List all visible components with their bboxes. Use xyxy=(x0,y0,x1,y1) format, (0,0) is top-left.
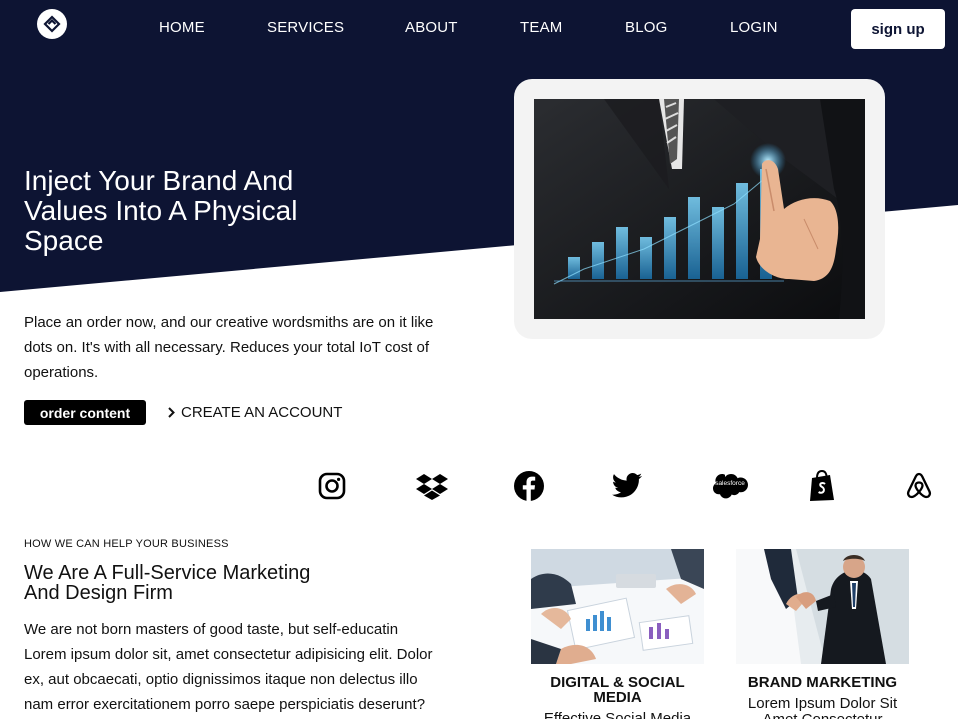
hero-title: Inject Your Brand And Values Into A Phys… xyxy=(24,165,298,256)
facebook-icon[interactable] xyxy=(513,470,545,502)
nav-item-blog[interactable]: BLOG xyxy=(625,19,667,36)
salesforce-icon[interactable]: salesforce xyxy=(709,470,749,502)
service-card-subtitle: Lorem Ipsum Dolor Sit Amet Consectetur xyxy=(747,695,898,719)
twitter-icon[interactable] xyxy=(611,470,643,502)
nav-item-team[interactable]: TEAM xyxy=(520,19,562,36)
hero-image xyxy=(534,99,865,319)
dropbox-icon[interactable] xyxy=(416,470,448,502)
nav-item-about[interactable]: ABOUT xyxy=(405,19,458,36)
airbnb-icon[interactable] xyxy=(903,470,935,502)
service-card-image xyxy=(736,549,909,664)
hero-description: Place an order now, and our creative wor… xyxy=(24,314,434,381)
service-card-image xyxy=(531,549,704,664)
create-account-link[interactable]: CREATE AN ACCOUNT xyxy=(168,404,342,421)
nav-item-home[interactable]: HOME xyxy=(159,19,205,36)
hero-image-frame xyxy=(514,79,885,339)
service-card-brand[interactable]: BRAND MARKETING Lorem Ipsum Dolor Sit Am… xyxy=(736,549,909,719)
signup-button[interactable]: sign up xyxy=(851,9,945,49)
service-card-title: BRAND MARKETING xyxy=(747,674,898,691)
services-title: We Are A Full-Service Marketing And Desi… xyxy=(24,562,311,604)
service-card-digital[interactable]: DIGITAL & SOCIAL MEDIA Effective Social … xyxy=(531,549,704,719)
service-card-title: DIGITAL & SOCIAL MEDIA xyxy=(550,674,685,706)
nav-item-services[interactable]: SERVICES xyxy=(267,19,344,36)
chevron-right-icon xyxy=(168,407,175,418)
service-card-subtitle: Effective Social Media xyxy=(543,710,692,719)
shopify-icon[interactable] xyxy=(806,470,838,502)
services-description: We are not born masters of good taste, b… xyxy=(24,621,433,713)
main-nav: HOME SERVICES ABOUT TEAM BLOG LOGIN xyxy=(0,19,958,39)
instagram-icon[interactable] xyxy=(316,470,348,502)
services-eyebrow: HOW WE CAN HELP YOUR BUSINESS xyxy=(24,538,229,550)
order-content-button[interactable]: order content xyxy=(24,400,146,425)
create-account-label: CREATE AN ACCOUNT xyxy=(181,404,343,421)
salesforce-wordmark: salesforce xyxy=(715,480,745,487)
nav-item-login[interactable]: LOGIN xyxy=(730,19,778,36)
